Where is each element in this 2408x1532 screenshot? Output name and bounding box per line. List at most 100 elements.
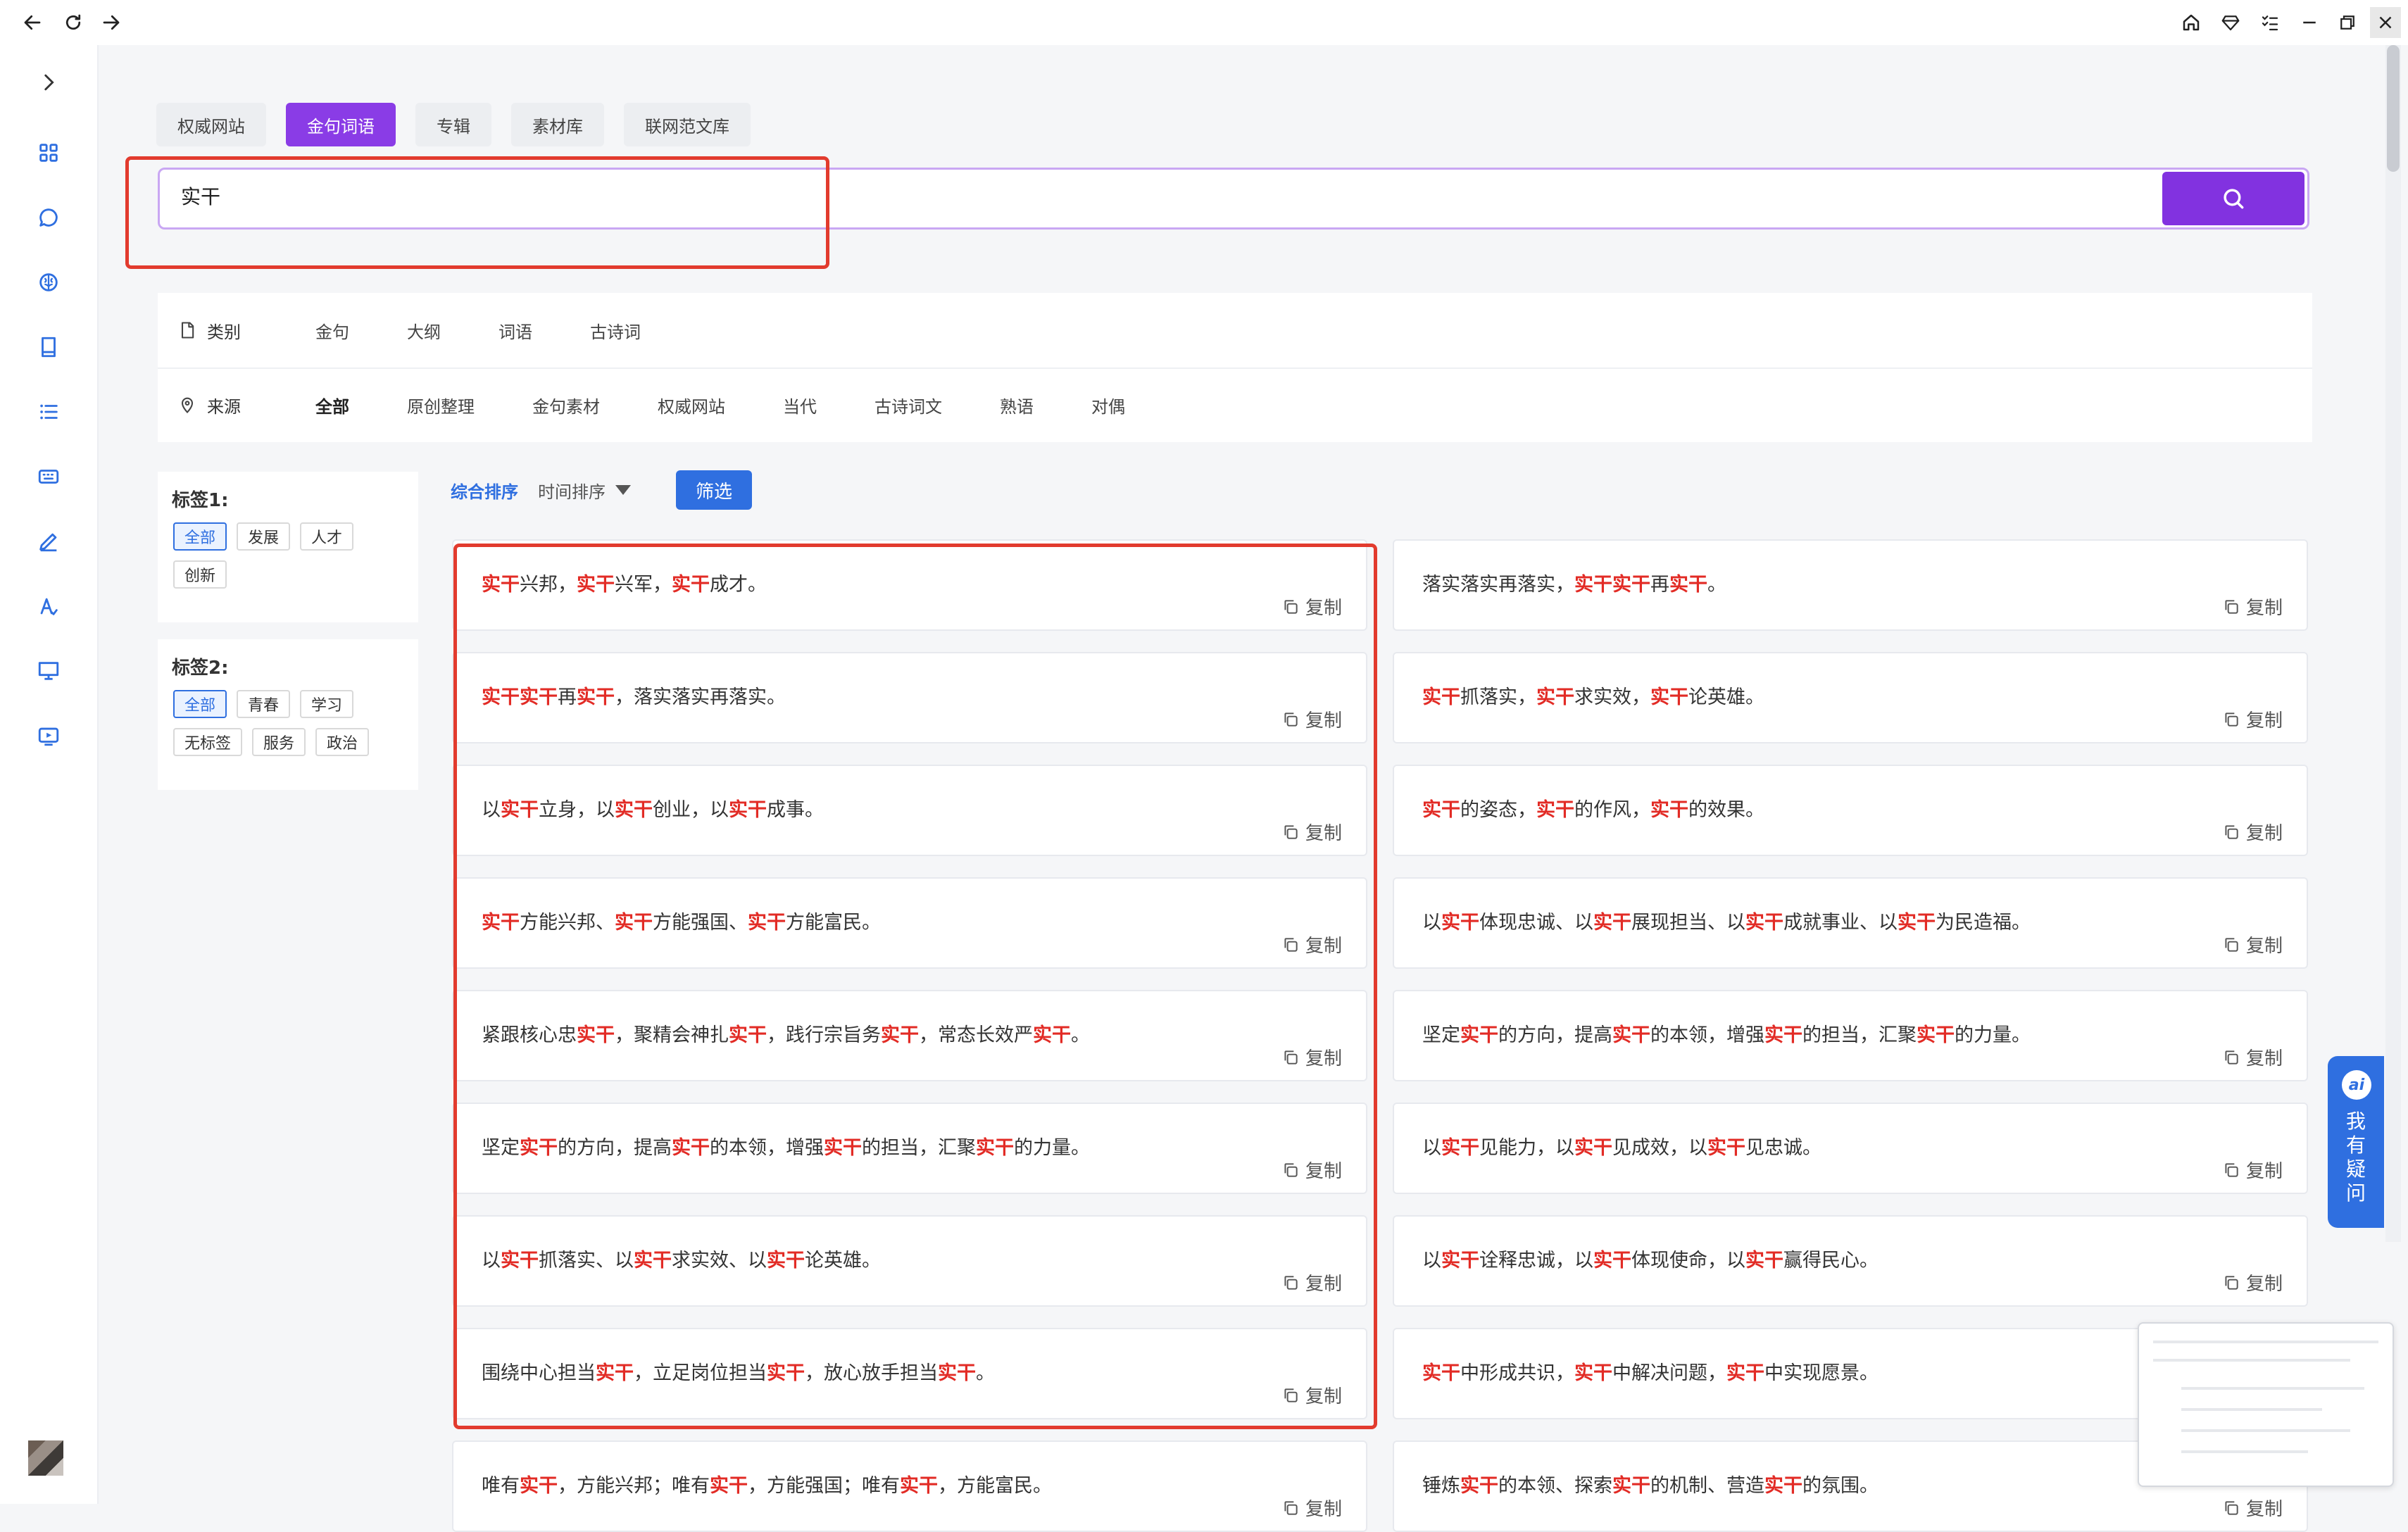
refresh-icon[interactable]: [58, 7, 89, 38]
copy-button[interactable]: 复制: [1281, 706, 1342, 732]
ai-badge-icon: ai: [2342, 1070, 2371, 1100]
source-option[interactable]: 权威网站: [658, 393, 725, 417]
source-label: 来源: [207, 396, 241, 417]
result-text: 实干方能兴邦、实干方能强国、实干方能富民。: [482, 912, 881, 934]
back-arrow-icon[interactable]: [17, 7, 48, 38]
tag-chip[interactable]: 发展: [237, 522, 291, 551]
copy-button[interactable]: 复制: [1281, 594, 1342, 620]
copy-button[interactable]: 复制: [2222, 931, 2283, 958]
forward-arrow-icon[interactable]: [96, 7, 127, 38]
copy-icon: [1281, 1499, 1305, 1517]
tag-chip[interactable]: 人才: [300, 522, 354, 551]
result-card[interactable]: 坚定实干的方向，提高实干的本领，增强实干的担当，汇聚实干的力量。 复制: [1393, 990, 2308, 1081]
copy-button[interactable]: 复制: [1281, 931, 1342, 958]
caret-down-icon[interactable]: [615, 485, 631, 495]
scrollbar-thumb[interactable]: [2387, 45, 2400, 172]
category-option[interactable]: 金句: [315, 318, 349, 343]
source-option[interactable]: 原创整理: [407, 393, 475, 417]
source-option[interactable]: 古诗词文: [874, 393, 942, 417]
translate-icon[interactable]: [32, 590, 65, 622]
copy-button[interactable]: 复制: [2222, 1269, 2283, 1295]
tag-chip[interactable]: 服务: [252, 728, 306, 756]
result-card[interactable]: 实干的姿态，实干的作风，实干的效果。 复制: [1393, 765, 2308, 856]
tag-chip[interactable]: 青春: [237, 690, 291, 718]
category-option[interactable]: 古诗词: [590, 318, 641, 343]
result-card[interactable]: 实干兴邦，实干兴军，实干成才。 复制: [452, 539, 1367, 631]
copy-button[interactable]: 复制: [2222, 706, 2283, 732]
tab-authority-sites[interactable]: 权威网站: [156, 103, 266, 146]
copy-button[interactable]: 复制: [1281, 1044, 1342, 1070]
tag-chip[interactable]: 政治: [315, 728, 370, 756]
user-avatar[interactable]: [28, 1440, 63, 1476]
copy-button[interactable]: 复制: [2222, 1044, 2283, 1070]
result-card[interactable]: 实干方能兴邦、实干方能强国、实干方能富民。复制: [452, 877, 1367, 969]
source-option[interactable]: 对偶: [1091, 393, 1125, 417]
copy-button[interactable]: 复制: [1281, 1495, 1342, 1521]
window-titlebar: [0, 0, 2408, 45]
brain-icon[interactable]: [32, 266, 65, 299]
copy-button[interactable]: 复制: [1281, 1157, 1342, 1183]
screenshot-thumbnail[interactable]: [2138, 1322, 2394, 1487]
source-option[interactable]: 金句素材: [532, 393, 600, 417]
scrollbar-track[interactable]: [2385, 45, 2401, 1242]
search-button[interactable]: [2162, 172, 2304, 225]
copy-button[interactable]: 复制: [2222, 594, 2283, 620]
source-option[interactable]: 熟语: [1000, 393, 1034, 417]
result-card[interactable]: 以实干诠释忠诚，以实干体现使命，以实干赢得民心。 复制: [1393, 1215, 2308, 1307]
result-text: 锤炼实干的本领、探索实干的机制、营造实干的氛围。: [1422, 1475, 1879, 1497]
tag-chip[interactable]: 创新: [173, 560, 227, 589]
result-card[interactable]: 实干抓落实，实干求实效，实干论英雄。 复制: [1393, 652, 2308, 743]
book-icon[interactable]: [32, 331, 65, 363]
pen-icon[interactable]: [32, 525, 65, 558]
tab-albums[interactable]: 专辑: [415, 103, 491, 146]
filter-button[interactable]: 筛选: [676, 470, 753, 510]
list-icon[interactable]: [32, 396, 65, 428]
chat-bubble-icon[interactable]: [32, 201, 65, 234]
ai-help-widget[interactable]: ai 我有疑问: [2328, 1056, 2384, 1228]
tag-group-2: 标签2: 全部 青春 学习 无标签 服务 政治: [158, 639, 418, 790]
category-option[interactable]: 大纲: [407, 318, 441, 343]
result-card[interactable]: 以实干体现忠诚、以实干展现担当、以实干成就事业、以实干为民造福。 复制: [1393, 877, 2308, 969]
result-card[interactable]: 唯有实干，方能兴邦；唯有实干，方能强国；唯有实干，方能富民。 复制: [452, 1440, 1367, 1532]
result-text: 以实干抓落实、以实干求实效、以实干论英雄。: [482, 1250, 881, 1272]
result-card[interactable]: 实干实干再实干，落实落实再落实。 复制: [452, 652, 1367, 743]
result-card[interactable]: 以实干抓落实、以实干求实效、以实干论英雄。复制: [452, 1215, 1367, 1307]
filter-panel: 类别 金句 大纲 词语 古诗词 来源 全部 原创整理 金句素材 权威网站 当代 …: [158, 293, 2312, 442]
home-icon[interactable]: [2176, 7, 2207, 38]
restore-icon[interactable]: [2332, 7, 2363, 38]
source-option[interactable]: 当代: [783, 393, 817, 417]
presentation-icon[interactable]: [32, 655, 65, 687]
tag-chip[interactable]: 全部: [173, 690, 227, 718]
video-icon[interactable]: [32, 720, 65, 752]
tag-chip[interactable]: 无标签: [173, 728, 243, 756]
close-icon[interactable]: [2370, 7, 2401, 38]
expand-chevron-icon[interactable]: [32, 66, 65, 99]
tab-golden-phrases[interactable]: 金句词语: [286, 103, 396, 146]
result-card[interactable]: 落实落实再落实，实干实干再实干。 复制: [1393, 539, 2308, 631]
result-card[interactable]: 围绕中心担当实干，立足岗位担当实干，放心放手担当实干。 复制: [452, 1328, 1367, 1419]
tag-chip[interactable]: 学习: [300, 690, 354, 718]
copy-button[interactable]: 复制: [1281, 819, 1342, 845]
checklist-icon[interactable]: [2255, 7, 2285, 38]
sort-comprehensive[interactable]: 综合排序: [451, 478, 518, 503]
copy-button[interactable]: 复制: [1281, 1269, 1342, 1295]
copy-button[interactable]: 复制: [2222, 1495, 2283, 1521]
result-card[interactable]: 以实干见能力，以实干见成效，以实干见忠诚。 复制: [1393, 1103, 2308, 1194]
category-option[interactable]: 词语: [498, 318, 532, 343]
result-card[interactable]: 以实干立身，以实干创业，以实干成事。 复制: [452, 765, 1367, 856]
result-card[interactable]: 紧跟核心忠实干，聚精会神扎实干，践行宗旨务实干，常态长效严实干。 复制: [452, 990, 1367, 1081]
minimize-icon[interactable]: [2294, 7, 2325, 38]
result-card[interactable]: 坚定实干的方向，提高实干的本领，增强实干的担当，汇聚实干的力量。 复制: [452, 1103, 1367, 1194]
keyboard-icon[interactable]: [32, 460, 65, 493]
copy-button[interactable]: 复制: [2222, 819, 2283, 845]
search-input[interactable]: [180, 184, 2083, 208]
apps-grid-icon[interactable]: [32, 137, 65, 169]
copy-button[interactable]: 复制: [1281, 1382, 1342, 1408]
tab-web-essays[interactable]: 联网范文库: [624, 103, 751, 146]
tab-material-library[interactable]: 素材库: [511, 103, 604, 146]
source-option-all[interactable]: 全部: [315, 393, 349, 417]
copy-button[interactable]: 复制: [2222, 1157, 2283, 1183]
diamond-icon[interactable]: [2215, 7, 2246, 38]
tag-chip[interactable]: 全部: [173, 522, 227, 551]
sort-by-time[interactable]: 时间排序: [538, 478, 606, 503]
